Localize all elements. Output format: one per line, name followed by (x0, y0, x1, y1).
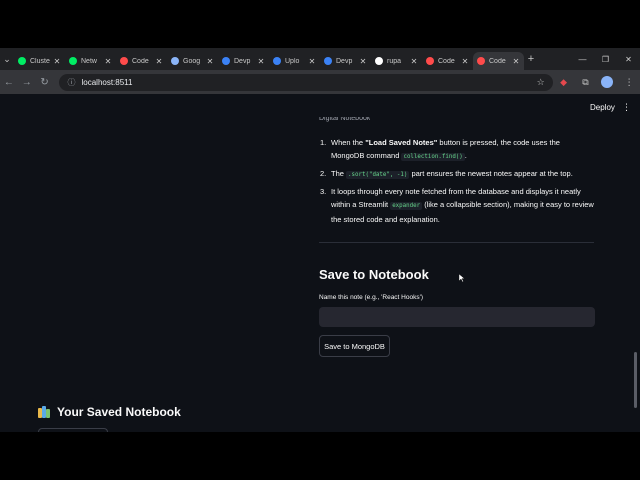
browser-tab[interactable]: Code ✕ (422, 52, 473, 70)
url-text: localhost:8511 (81, 77, 133, 87)
close-tab-icon[interactable]: ✕ (257, 57, 265, 66)
inline-code: collection.find() (401, 153, 465, 161)
reload-icon[interactable]: ↻ (36, 77, 54, 88)
explanation-list: 1. When the "Load Saved Notes" button is … (319, 136, 594, 229)
close-tab-icon[interactable]: ✕ (53, 57, 61, 66)
step-number: 1. (320, 138, 327, 147)
deploy-button[interactable]: Deploy (590, 103, 615, 112)
tab-bar: ⌄ Cluste ✕ Netw ✕ Code ✕ Goog ✕ Devp ✕ Uplo ✕ Devp ✕ r… (0, 48, 640, 70)
browser-chrome: ⌄ Cluste ✕ Netw ✕ Code ✕ Goog ✕ Devp ✕ Uplo ✕ Devp ✕ r… (0, 48, 640, 94)
bookmark-star-icon[interactable]: ☆ (537, 77, 545, 88)
browser-tab[interactable]: Devp ✕ (320, 52, 371, 70)
note-name-input[interactable] (319, 307, 595, 327)
profile-avatar[interactable] (601, 76, 614, 88)
browser-tab[interactable]: Devp ✕ (218, 52, 269, 70)
minimize-icon[interactable]: — (571, 55, 594, 64)
d-icon (222, 57, 230, 65)
browser-tab[interactable]: rupa ✕ (371, 52, 422, 70)
app-menu-icon[interactable]: ⋮ (622, 102, 631, 113)
close-tab-icon[interactable]: ✕ (461, 57, 469, 66)
explanation-step: 1. When the "Load Saved Notes" button is … (319, 136, 594, 164)
address-bar[interactable]: ⓘ localhost:8511 ☆ (59, 73, 553, 91)
tab-title: Devp (234, 57, 251, 65)
section-divider (319, 242, 594, 243)
tab-title: Goog (183, 57, 201, 65)
back-icon[interactable]: ← (0, 77, 18, 88)
extension-icon[interactable]: ◆ (553, 77, 575, 88)
tab-title: Uplo (285, 57, 300, 65)
save-to-mongodb-button[interactable]: Save to MongoDB (319, 335, 390, 357)
extensions-puzzle-icon[interactable]: ⧉ (575, 77, 597, 88)
explanation-step: 3. It loops through every note fetched fr… (319, 185, 594, 226)
tab-list: Cluste ✕ Netw ✕ Code ✕ Goog ✕ Devp ✕ Uplo ✕ Devp ✕ rup… (14, 48, 524, 70)
saved-notebook-title: Your Saved Notebook (57, 405, 181, 419)
screen: ⌄ Cluste ✕ Netw ✕ Code ✕ Goog ✕ Devp ✕ Uplo ✕ Devp ✕ r… (0, 0, 640, 480)
tab-title: Cluste (30, 57, 50, 65)
explanation-step: 2. The .sort("date", -1) part ensures the… (319, 167, 594, 182)
close-tab-icon[interactable]: ✕ (410, 57, 418, 66)
load-notes-button-partial[interactable] (38, 428, 108, 432)
step-text: When the (331, 138, 366, 147)
browser-menu-icon[interactable]: ⋮ (618, 77, 640, 88)
step-text: The (331, 169, 347, 178)
step-text: . (464, 151, 467, 160)
step-number: 3. (320, 187, 327, 196)
browser-tab[interactable]: Code ✕ (473, 52, 524, 70)
clipped-heading: Digital Notebook (319, 117, 371, 122)
close-tab-icon[interactable]: ✕ (206, 57, 214, 66)
browser-toolbar: ← → ↻ ⓘ localhost:8511 ☆ ◆ ⧉ ⋮ (0, 70, 640, 94)
site-info-icon[interactable]: ⓘ (67, 77, 75, 88)
save-section-title: Save to Notebook (319, 267, 429, 282)
page-scrollbar[interactable] (634, 352, 637, 408)
books-icon (38, 406, 51, 418)
browser-tab[interactable]: Goog ✕ (167, 52, 218, 70)
close-tab-icon[interactable]: ✕ (512, 57, 520, 66)
browser-tab[interactable]: Netw ✕ (65, 52, 116, 70)
close-tab-icon[interactable]: ✕ (155, 57, 163, 66)
close-tab-icon[interactable]: ✕ (359, 57, 367, 66)
close-window-icon[interactable]: ✕ (617, 55, 640, 64)
d-icon (324, 57, 332, 65)
mouse-cursor-icon (459, 274, 465, 282)
tab-title: Code (438, 57, 455, 65)
streamlit-icon (426, 57, 434, 65)
tab-search-icon[interactable]: ⌄ (0, 48, 14, 70)
saved-notebook-heading: Your Saved Notebook (38, 405, 181, 419)
restore-icon[interactable]: ❐ (594, 55, 617, 64)
window-controls: — ❐ ✕ (571, 55, 640, 64)
close-tab-icon[interactable]: ✕ (308, 57, 316, 66)
tab-title: Code (132, 57, 149, 65)
step-text: part ensures the newest notes appear at … (409, 169, 573, 178)
browser-tab[interactable]: Uplo ✕ (269, 52, 320, 70)
tab-title: Code (489, 57, 506, 65)
inline-code: expander (390, 202, 423, 210)
forward-icon[interactable]: → (18, 77, 36, 88)
tab-title: Devp (336, 57, 353, 65)
step-bold-text: "Load Saved Notes" (365, 138, 438, 147)
browser-tab[interactable]: Code ✕ (116, 52, 167, 70)
streamlit-icon (120, 57, 128, 65)
mongodb-leaf-icon (18, 57, 26, 65)
new-tab-icon[interactable]: + (524, 53, 538, 65)
note-name-label: Name this note (e.g., 'React Hooks') (319, 294, 423, 301)
tab-title: Netw (81, 57, 97, 65)
streamlit-page: Deploy ⋮ Digital Notebook 1. When the "Lo… (0, 94, 640, 432)
google-ai-icon (171, 57, 179, 65)
mongodb-leaf-icon (69, 57, 77, 65)
close-tab-icon[interactable]: ✕ (104, 57, 112, 66)
github-icon (375, 57, 383, 65)
d-icon (273, 57, 281, 65)
tab-title: rupa (387, 57, 402, 65)
step-number: 2. (320, 169, 327, 178)
inline-code: .sort("date", -1) (346, 171, 410, 179)
browser-tab[interactable]: Cluste ✕ (14, 52, 65, 70)
streamlit-icon (477, 57, 485, 65)
